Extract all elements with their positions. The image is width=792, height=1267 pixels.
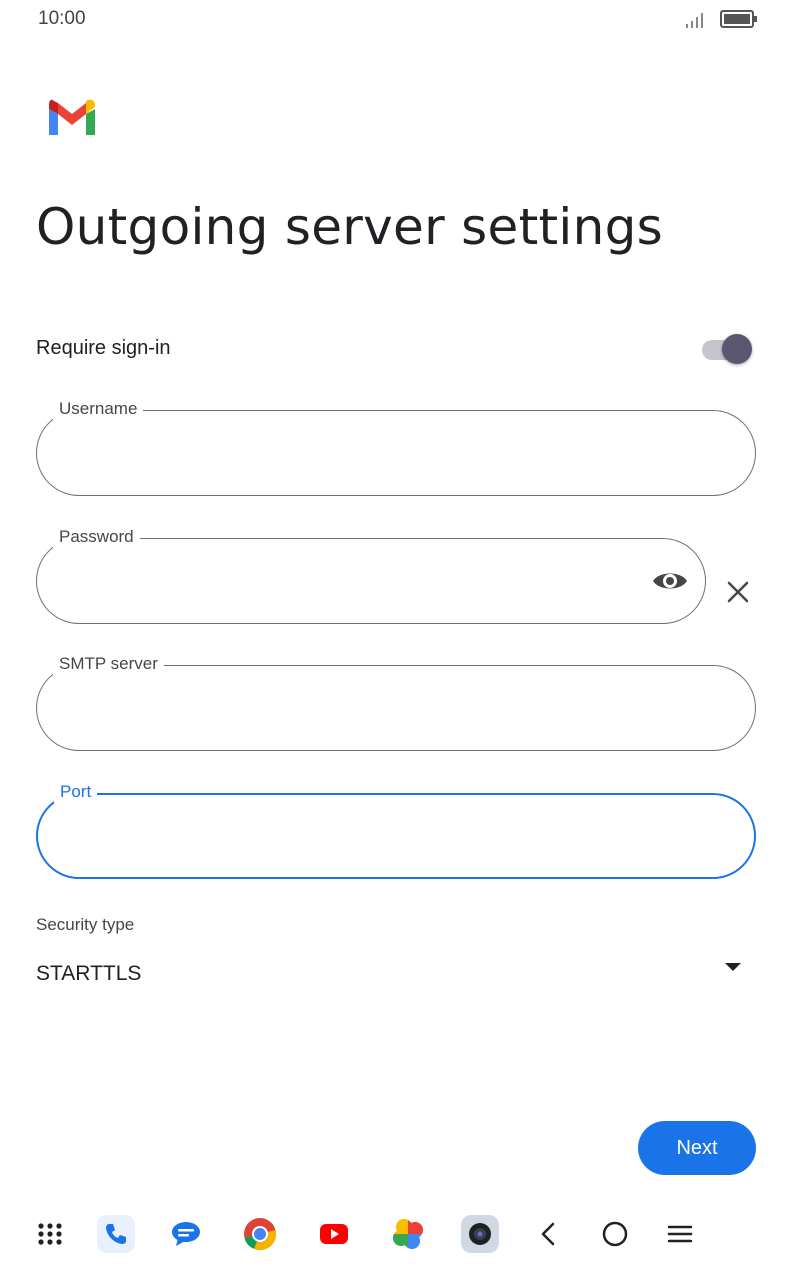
toggle-thumb: [722, 334, 752, 364]
require-signin-row: Require sign-in: [36, 330, 756, 370]
username-label: Username: [53, 398, 144, 420]
photos-icon[interactable]: [388, 1214, 428, 1254]
username-input[interactable]: [61, 435, 625, 471]
require-signin-label: Require sign-in: [36, 337, 171, 359]
password-field: Password: [36, 526, 706, 624]
status-bar: 10:00: [0, 0, 792, 40]
camera-icon[interactable]: [460, 1214, 500, 1254]
smtp-server-field: SMTP server: [36, 653, 756, 751]
close-icon[interactable]: [724, 578, 752, 606]
password-label: Password: [53, 526, 140, 548]
username-field: Username: [36, 398, 756, 496]
port-field: Port: [36, 781, 756, 879]
gmail-logo: [49, 99, 95, 135]
chrome-icon[interactable]: [240, 1214, 280, 1254]
phone-icon[interactable]: [96, 1214, 136, 1254]
back-icon[interactable]: [528, 1214, 568, 1254]
security-type-label: Security type: [36, 915, 135, 934]
signal-icon: [686, 13, 703, 28]
nav-bar: [0, 1200, 792, 1267]
app-drawer-icon[interactable]: [30, 1214, 70, 1254]
port-label: Port: [54, 781, 98, 803]
next-button[interactable]: Next: [638, 1121, 756, 1175]
security-type-value: STARTTLS: [36, 962, 142, 985]
eye-icon[interactable]: [651, 567, 689, 595]
port-input[interactable]: [62, 819, 626, 855]
messages-icon[interactable]: [166, 1214, 206, 1254]
dropdown-arrow-icon: [725, 963, 741, 971]
menu-icon[interactable]: [660, 1214, 700, 1254]
require-signin-toggle[interactable]: [700, 334, 754, 366]
page-title: Outgoing server settings: [36, 198, 663, 256]
smtp-server-input[interactable]: [61, 690, 625, 726]
battery-icon: [720, 10, 757, 28]
youtube-icon[interactable]: [314, 1214, 354, 1254]
smtp-server-label: SMTP server: [53, 653, 164, 675]
security-type-dropdown[interactable]: STARTTLS: [36, 952, 756, 996]
home-icon[interactable]: [595, 1214, 635, 1254]
password-input[interactable]: [61, 563, 625, 599]
status-time: 10:00: [38, 8, 86, 29]
